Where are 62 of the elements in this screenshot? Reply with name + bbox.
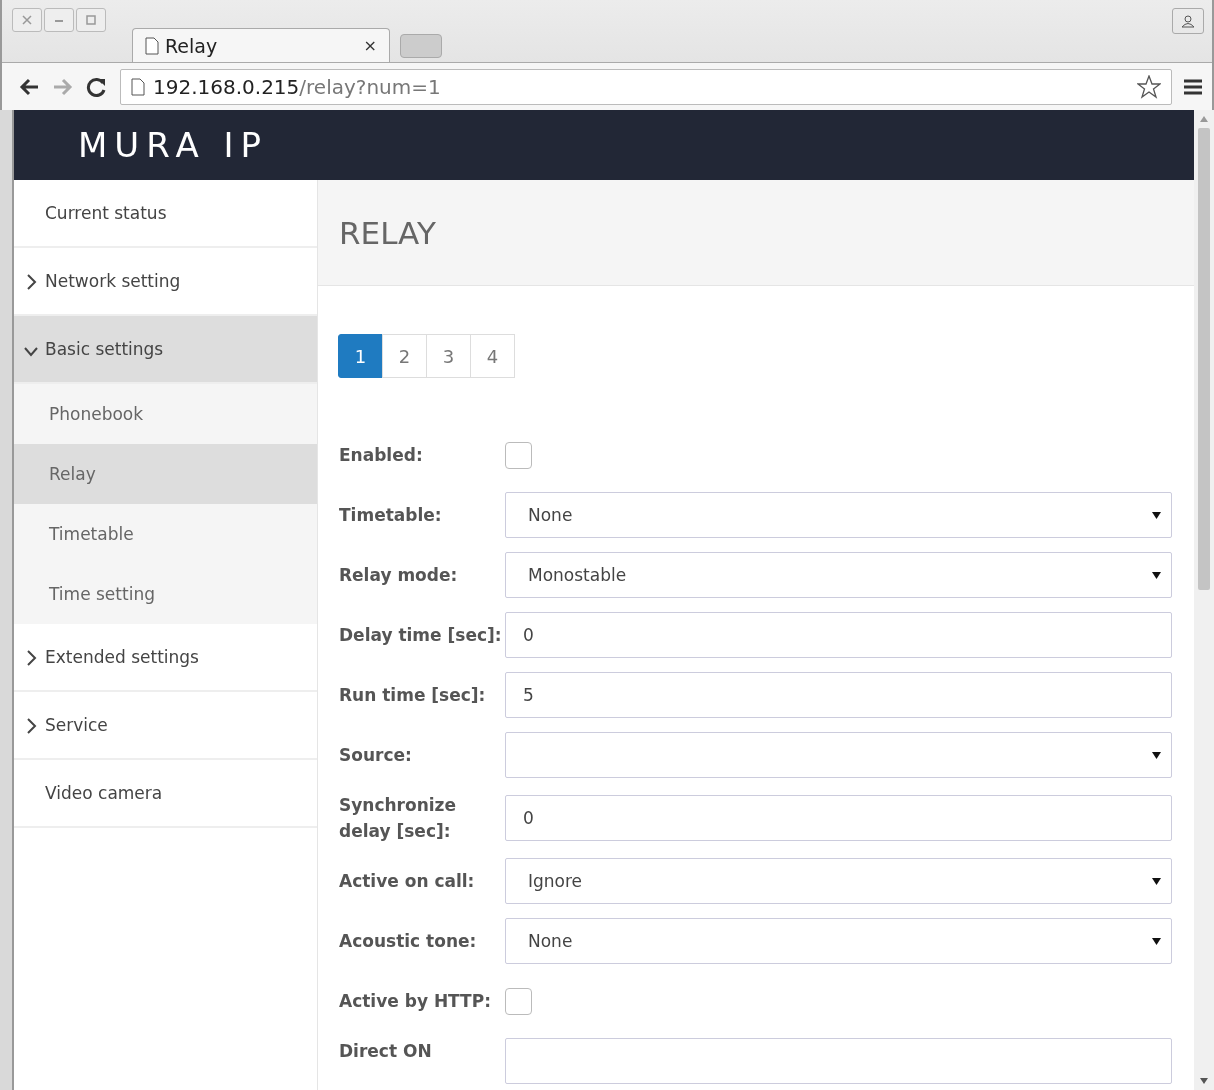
field-label: Enabled: [339,444,424,467]
forward-icon[interactable] [52,76,74,97]
minimize-icon[interactable] [44,8,74,32]
sidebar-item[interactable]: Video camera [14,760,317,828]
page-icon [131,77,145,96]
sidebar-subitem[interactable]: Relay [14,444,317,504]
sidebar-item[interactable]: Basic settings [14,316,317,384]
sidebar-subitem[interactable]: Phonebook [14,384,317,444]
maximize-icon[interactable] [76,8,106,32]
relay-tab[interactable]: 1 [338,334,383,378]
input-field[interactable] [505,1038,1172,1084]
address-bar[interactable]: 192.168.0.215/relay?num=1 [120,68,1172,105]
sidebar-item[interactable]: Service [14,692,317,760]
close-icon[interactable] [12,8,42,32]
back-icon[interactable] [18,76,40,97]
caret-icon [1152,937,1161,945]
field-label: Run time [sec]: [339,684,487,707]
chevron-right-icon [24,718,38,734]
dropdown[interactable]: Monostable [505,552,1172,598]
logo-text: MURA IP [78,125,269,165]
relay-tab[interactable]: 3 [426,334,471,378]
relay-tab[interactable]: 4 [470,334,515,378]
input-field[interactable]: 0 [505,612,1172,658]
caret-icon [1152,511,1161,519]
page-icon [145,36,159,55]
sidebar-subitem[interactable]: Time setting [14,564,317,624]
sidebar-subitem[interactable]: Timetable [14,504,317,564]
sidebar-item[interactable]: Current status [14,180,317,248]
input-field[interactable]: 5 [505,672,1172,718]
field-label: Active by HTTP: [339,990,492,1013]
dropdown[interactable]: None [505,492,1172,538]
close-icon[interactable]: × [363,36,377,55]
dropdown[interactable]: Ignore [505,858,1172,904]
dropdown[interactable]: None [505,918,1172,964]
star-icon[interactable] [1137,74,1161,99]
chevron-right-icon [24,650,38,666]
new-tab-button[interactable] [400,34,442,58]
field-label: Direct ON [339,1040,433,1063]
field-label: Delay time [sec]: [339,624,503,647]
caret-icon [1152,571,1161,579]
menu-icon[interactable] [1184,78,1202,95]
caret-icon [1152,877,1161,885]
sidebar-item[interactable]: Extended settings [14,624,317,692]
input-field[interactable]: 0 [505,795,1172,841]
reload-icon[interactable] [86,75,108,98]
checkbox[interactable] [505,987,532,1015]
browser-tab[interactable]: Relay × [132,28,390,62]
field-label: Timetable: [339,504,443,527]
scrollbar[interactable] [1194,110,1214,1090]
field-label: Relay mode: [339,564,459,587]
field-label: Active on call: [339,870,476,893]
chevron-right-icon [24,274,38,290]
person-icon[interactable] [1172,8,1204,34]
relay-tab[interactable]: 2 [382,334,427,378]
checkbox[interactable] [505,441,532,469]
caret-icon [1152,751,1161,759]
field-label: Acoustic tone: [339,930,478,953]
field-label: Source: [339,744,413,767]
dropdown[interactable] [505,732,1172,778]
url-text: 192.168.0.215/relay?num=1 [153,74,441,99]
field-label: Synchronize delay [sec]: [339,794,458,843]
page-title: RELAY [339,214,436,251]
